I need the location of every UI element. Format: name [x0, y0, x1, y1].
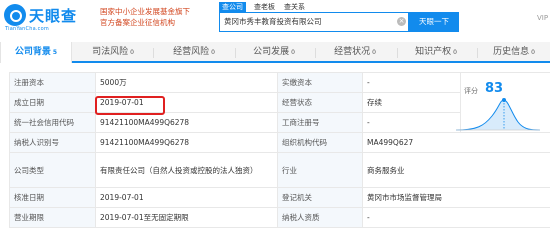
score-marker-dot	[502, 98, 506, 102]
score-value: 83	[485, 81, 504, 96]
tab-count: 0	[291, 49, 295, 56]
company-type-value: 有限责任公司（自然人投资或控股的法人独资）	[95, 152, 278, 188]
divider	[235, 48, 236, 58]
slogan: 国家中小企业发展基金旗下 官方备案企业征信机构	[100, 6, 190, 28]
slogan-line2: 官方备案企业征信机构	[100, 18, 175, 27]
status-value: 存续	[362, 92, 461, 113]
paid-capital-value: -	[362, 72, 461, 93]
found-date-highlight	[95, 96, 165, 115]
industry-label: 行业	[277, 152, 363, 188]
score-distribution-chart	[455, 98, 541, 131]
tab-count: 0	[211, 49, 215, 56]
clear-icon[interactable]: ×	[397, 17, 406, 26]
tab-company-background[interactable]: 公司背景 5	[0, 42, 72, 63]
taxpayer-id-value: 91421100MA499Q6278	[95, 132, 278, 153]
tab-label: 历史信息	[493, 47, 530, 57]
term-value: 2019-07-01至无固定期限	[95, 207, 278, 228]
taxpayer-id-label: 纳税人识别号	[9, 132, 96, 153]
tab-count: 0	[372, 49, 376, 56]
search-button[interactable]: 天眼一下	[409, 12, 459, 32]
eye-icon	[4, 4, 26, 26]
tab-business-risk[interactable]: 经营风险 0	[156, 42, 232, 63]
table-row: 营业期限 2019-07-01至无固定期限 纳税人资质 -	[9, 207, 550, 228]
tab-history[interactable]: 历史信息 0	[478, 42, 550, 63]
term-label: 营业期限	[9, 207, 96, 228]
tab-label: 经营风险	[173, 47, 210, 57]
org-code-label: 组织机构代码	[277, 132, 363, 153]
tab-label: 公司背景	[14, 47, 51, 57]
search-input[interactable]: 黄冈市秀丰教育投资有限公司	[219, 12, 409, 32]
header: 天眼查 TianYanCha.com 国家中小企业发展基金旗下 官方备案企业征信…	[0, 0, 550, 38]
score-panel[interactable]: 评分 83	[452, 78, 548, 136]
tab-count: 0	[531, 49, 535, 56]
search-tab-company[interactable]: 查公司	[219, 2, 246, 12]
vip-link[interactable]: VIP	[537, 14, 548, 22]
approval-date-label: 核准日期	[9, 187, 96, 208]
reg-capital-label: 注册资本	[9, 72, 96, 93]
credit-code-label: 统一社会信用代码	[9, 112, 96, 133]
search-tab-relation[interactable]: 查关系	[281, 2, 308, 12]
tab-operating-status[interactable]: 经营状况 0	[317, 42, 393, 63]
approval-date-value: 2019-07-01	[95, 187, 278, 208]
tianyancha-logo[interactable]: 天眼查 TianYanCha.com	[4, 4, 99, 32]
taxpayer-quali-value: -	[362, 207, 550, 228]
reg-number-label: 工商注册号	[277, 112, 363, 133]
distribution-area	[456, 100, 540, 130]
tab-count: 0	[453, 49, 457, 56]
table-row: 核准日期 2019-07-01 登记机关 黄冈市市场监督管理局	[9, 187, 550, 208]
logo-domain: TianYanCha.com	[5, 26, 49, 32]
authority-value: 黄冈市市场监督管理局	[362, 187, 550, 208]
tab-label: 司法风险	[92, 47, 129, 57]
reg-number-value: -	[362, 112, 461, 133]
table-row: 公司类型 有限责任公司（自然人投资或控股的法人独资） 行业 商务服务业	[9, 152, 550, 188]
tab-label: 经营状况	[334, 47, 371, 57]
divider	[315, 48, 316, 58]
tab-count: 0	[130, 49, 134, 56]
taxpayer-quali-label: 纳税人资质	[277, 207, 363, 228]
tab-legal-risk[interactable]: 司法风险 0	[77, 42, 149, 63]
tab-label: 公司发展	[253, 47, 290, 57]
tab-label: 知识产权	[415, 47, 452, 57]
status-label: 经营状态	[277, 92, 363, 113]
found-date-label: 成立日期	[9, 92, 96, 113]
paid-capital-label: 实缴资本	[277, 72, 363, 93]
logo-text: 天眼查	[29, 7, 78, 25]
score-label: 评分	[464, 87, 478, 95]
tab-count: 5	[52, 49, 58, 56]
industry-value: 商务服务业	[362, 152, 550, 188]
tab-intellectual-property[interactable]: 知识产权 0	[398, 42, 474, 63]
slogan-line1: 国家中小企业发展基金旗下	[100, 7, 190, 16]
reg-capital-value: 5000万	[95, 72, 278, 93]
company-type-label: 公司类型	[9, 152, 96, 188]
credit-code-value: 91421100MA499Q6278	[95, 112, 278, 133]
authority-label: 登记机关	[277, 187, 363, 208]
search-tab-boss[interactable]: 查老板	[251, 2, 278, 12]
tab-company-development[interactable]: 公司发展 0	[237, 42, 311, 63]
divider	[153, 48, 154, 58]
section-tabs: 公司背景 5 司法风险 0 经营风险 0 公司发展 0 经营状况 0 知识产权 0 历史信息…	[0, 42, 550, 63]
